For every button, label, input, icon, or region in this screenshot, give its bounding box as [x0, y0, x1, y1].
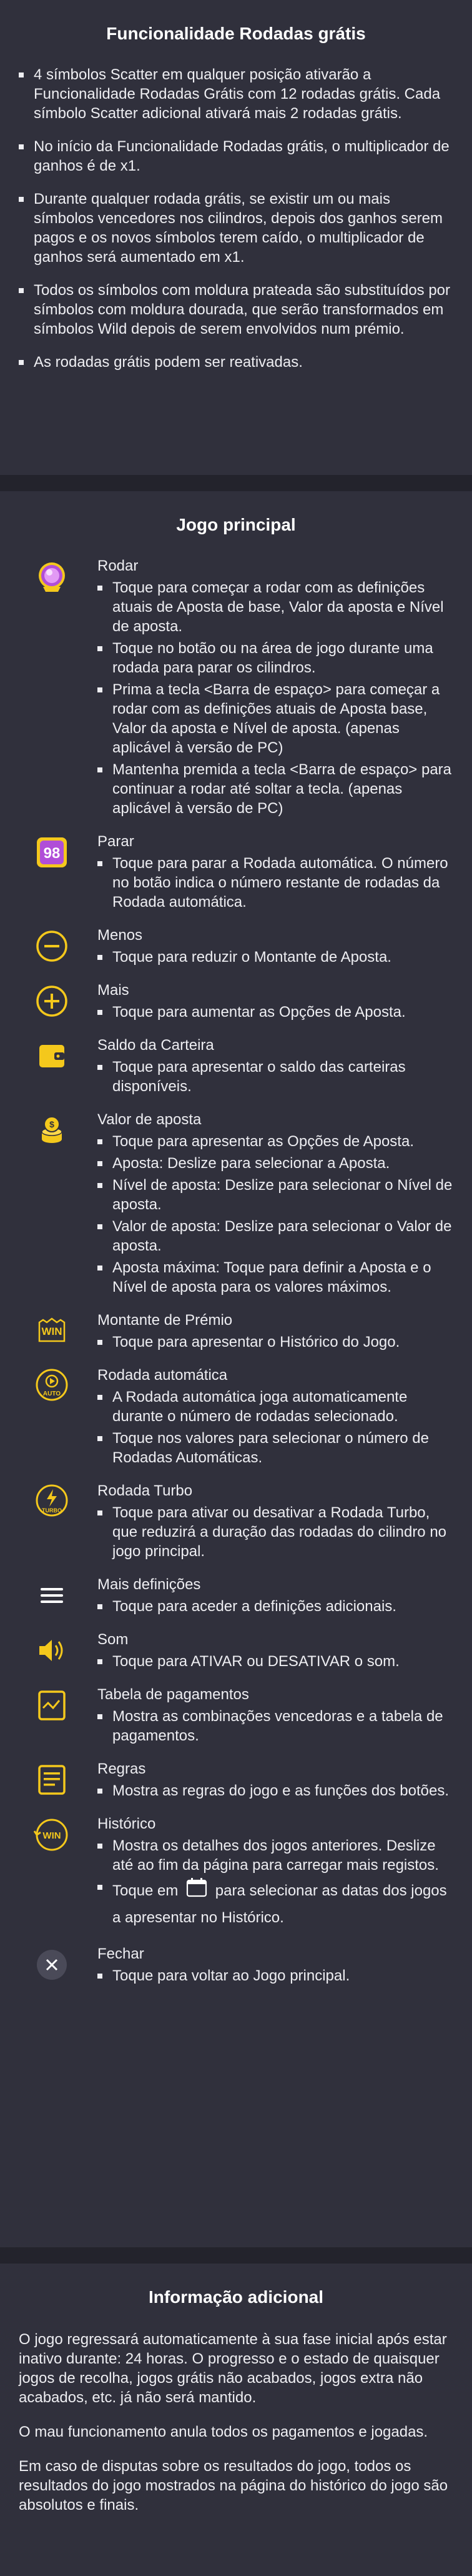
list-item: Nível de aposta: Deslize para selecionar… [97, 1176, 456, 1214]
turbo-badge-text: TURBO [42, 1507, 62, 1514]
feature-name: Fechar [97, 1945, 144, 1962]
feature-spin: Rodar Toque para começar a rodar com as … [0, 556, 472, 818]
feature-win-amount: WIN Montante de Prémio Toque para aprese… [0, 1310, 472, 1352]
main-game-title: Jogo principal [176, 515, 296, 534]
rules-icon [31, 1759, 72, 1800]
list-item: Toque para reduzir o Montante de Aposta. [97, 947, 456, 967]
feature-history: WIN Histórico Mostra os detalhes dos jog… [0, 1814, 472, 1930]
list-item: Durante qualquer rodada grátis, se exist… [19, 189, 452, 267]
feature-name: Mais definições [97, 1576, 201, 1593]
info-paragraph: O jogo regressará automaticamente à sua … [19, 2331, 447, 2406]
feature-name: Mais [97, 982, 129, 999]
main-game-section: Jogo principal Rodar Toque para começar … [0, 491, 472, 2247]
feature-bet-value: $ Valor de aposta Toque para apresentar … [0, 1110, 472, 1297]
feature-stop: 98 Parar Toque para parar a Rodada autom… [0, 832, 472, 912]
plus-icon [31, 981, 72, 1022]
list-item: Toque para aumentar as Opções de Aposta. [97, 1002, 456, 1022]
list-item: Toque para aceder a definições adicionai… [97, 1597, 456, 1616]
list-item: Mantenha premida a tecla <Barra de espaç… [97, 760, 456, 818]
spin-icon [31, 556, 72, 597]
feature-name: Parar [97, 833, 134, 850]
list-item: Toque para ATIVAR ou DESATIVAR o som. [97, 1652, 456, 1671]
additional-info-title: Informação adicional [148, 2287, 324, 2307]
feature-name: Regras [97, 1760, 146, 1777]
stop-badge-text: 98 [44, 845, 61, 862]
feature-wallet: Saldo da Carteira Toque para apresentar … [0, 1036, 472, 1096]
history-icon: WIN [31, 1814, 72, 1855]
list-item: Toque para parar a Rodada automática. O … [97, 854, 456, 912]
calendar-text-before: Toque em [112, 1882, 179, 1899]
list-item: Todos os símbolos com moldura prateada s… [19, 281, 452, 339]
feature-turbo: TURBO Rodada Turbo Toque para ativar ou … [0, 1481, 472, 1561]
feature-name: Valor de aposta [97, 1111, 202, 1128]
calendar-icon [186, 1877, 207, 1905]
free-spins-title: Funcionalidade Rodadas grátis [106, 24, 366, 43]
feature-name: Rodada Turbo [97, 1482, 193, 1499]
list-item: Valor de aposta: Deslize para selecionar… [97, 1217, 456, 1256]
feature-name: Saldo da Carteira [97, 1037, 214, 1054]
feature-name: Histórico [97, 1815, 156, 1832]
list-item: Toque em para selecionar as datas dos jo… [97, 1877, 456, 1930]
feature-minus: Menos Toque para reduzir o Montante de A… [0, 926, 472, 967]
minus-icon [31, 926, 72, 967]
feature-plus: Mais Toque para aumentar as Opções de Ap… [0, 981, 472, 1022]
list-item: Aposta máxima: Toque para definir a Apos… [97, 1258, 456, 1297]
list-item: Mostra as combinações vencedoras e a tab… [97, 1707, 456, 1745]
list-item: Toque para voltar ao Jogo principal. [97, 1966, 456, 1985]
list-item: Toque para apresentar as Opções de Apost… [97, 1132, 456, 1151]
list-item: Mostra as regras do jogo e as funções do… [97, 1781, 456, 1800]
list-item: Aposta: Deslize para selecionar a Aposta… [97, 1154, 456, 1173]
paytable-icon [31, 1685, 72, 1726]
section-divider [0, 2247, 472, 2264]
feature-paytable: Tabela de pagamentos Mostra as combinaçõ… [0, 1685, 472, 1745]
auto-icon: AUTO [31, 1365, 72, 1407]
list-item: As rodadas grátis podem ser reativadas. [19, 352, 452, 372]
feature-sound: Som Toque para ATIVAR ou DESATIVAR o som… [0, 1630, 472, 1671]
feature-name: Tabela de pagamentos [97, 1686, 249, 1703]
feature-name: Rodar [97, 557, 139, 574]
feature-name: Som [97, 1631, 129, 1648]
list-item: Toque no botão ou na área de jogo durant… [97, 639, 456, 677]
list-item: Prima a tecla <Barra de espaço> para com… [97, 680, 456, 757]
list-item: Toque para começar a rodar com as defini… [97, 578, 456, 636]
feature-close: Fechar Toque para voltar ao Jogo princip… [0, 1944, 472, 1985]
list-item: Toque nos valores para selecionar o núme… [97, 1429, 456, 1467]
wallet-icon [31, 1036, 72, 1077]
feature-name: Montante de Prémio [97, 1312, 233, 1329]
close-icon [31, 1944, 72, 1985]
feature-more-settings: Mais definições Toque para aceder a defi… [0, 1575, 472, 1616]
list-item: Toque para apresentar o saldo das cartei… [97, 1057, 456, 1096]
list-item: Toque para apresentar o Histórico do Jog… [97, 1332, 456, 1352]
turbo-icon: TURBO [31, 1481, 72, 1522]
auto-badge-text: AUTO [43, 1390, 61, 1397]
free-spins-section: Funcionalidade Rodadas grátis 4 símbolos… [0, 0, 472, 475]
sound-icon [31, 1630, 72, 1671]
free-spins-list: 4 símbolos Scatter em qualquer posição a… [0, 65, 472, 372]
history-badge-text: WIN [42, 1830, 61, 1841]
list-item: Toque para ativar ou desativar a Rodada … [97, 1503, 456, 1561]
list-item: Mostra os detalhes dos jogos anteriores.… [97, 1836, 456, 1875]
coins-icon: $ [31, 1110, 72, 1151]
list-item: A Rodada automática joga automaticamente… [97, 1387, 456, 1426]
info-paragraph: Em caso de disputas sobre os resultados … [19, 2458, 448, 2514]
list-item: 4 símbolos Scatter em qualquer posição a… [19, 65, 452, 123]
feature-name: Menos [97, 927, 143, 944]
win-icon: WIN [31, 1310, 72, 1352]
svg-text:$: $ [49, 1119, 54, 1129]
feature-name: Rodada automática [97, 1367, 228, 1384]
feature-autospin: AUTO Rodada automática A Rodada automáti… [0, 1365, 472, 1467]
info-paragraph: O mau funcionamento anula todos os pagam… [19, 2424, 428, 2440]
stop-autospin-icon: 98 [31, 832, 72, 873]
feature-rules: Regras Mostra as regras do jogo e as fun… [0, 1759, 472, 1800]
list-item: No início da Funcionalidade Rodadas grát… [19, 137, 452, 176]
additional-info-section: Informação adicional O jogo regressará a… [0, 2264, 472, 2576]
win-badge-text: WIN [41, 1325, 62, 1337]
section-divider [0, 475, 472, 491]
menu-icon [31, 1575, 72, 1616]
